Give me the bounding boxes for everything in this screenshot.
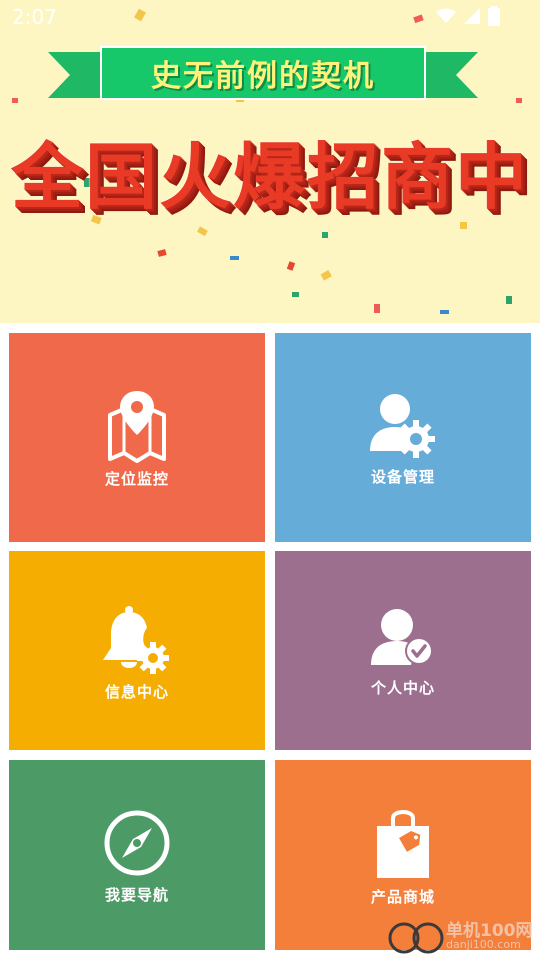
ribbon-text: 史无前例的契机 xyxy=(100,46,426,100)
watermark-logo-icon xyxy=(388,922,444,954)
tile-location-monitor[interactable]: 定位监控 xyxy=(9,333,265,542)
tile-label: 个人中心 xyxy=(370,679,435,697)
signal-icon xyxy=(464,8,480,24)
tile-device-management[interactable]: 设备管理 xyxy=(275,333,531,542)
bell-gear-icon xyxy=(103,606,169,674)
watermark-subtitle: danji100.com xyxy=(446,938,521,951)
user-check-icon xyxy=(371,609,433,665)
tile-label: 产品商城 xyxy=(370,888,435,906)
tile-navigation[interactable]: 我要导航 xyxy=(9,760,265,950)
wifi-icon xyxy=(436,8,456,23)
status-time: 2:07 xyxy=(12,5,57,29)
tile-label: 信息中心 xyxy=(104,683,169,701)
tile-message-center[interactable]: 信息中心 xyxy=(9,551,265,750)
compass-icon xyxy=(104,810,170,876)
tile-label: 我要导航 xyxy=(104,886,169,904)
tile-personal-center[interactable]: 个人中心 xyxy=(275,551,531,750)
tile-label: 定位监控 xyxy=(104,470,169,488)
user-gear-icon xyxy=(370,394,435,458)
map-pin-icon xyxy=(108,391,166,463)
shopping-bag-icon xyxy=(377,810,429,878)
promo-banner[interactable]: 2:07 史无前例的契机 全国火爆招商中 xyxy=(0,0,540,323)
banner-ribbon: 史无前例的契机 xyxy=(48,40,478,110)
tile-label: 设备管理 xyxy=(370,468,435,486)
watermark: 单机100网 danji100.com xyxy=(386,914,536,958)
banner-headline: 全国火爆招商中 xyxy=(10,135,529,219)
battery-icon xyxy=(488,6,500,26)
status-bar: 2:07 xyxy=(0,0,540,34)
